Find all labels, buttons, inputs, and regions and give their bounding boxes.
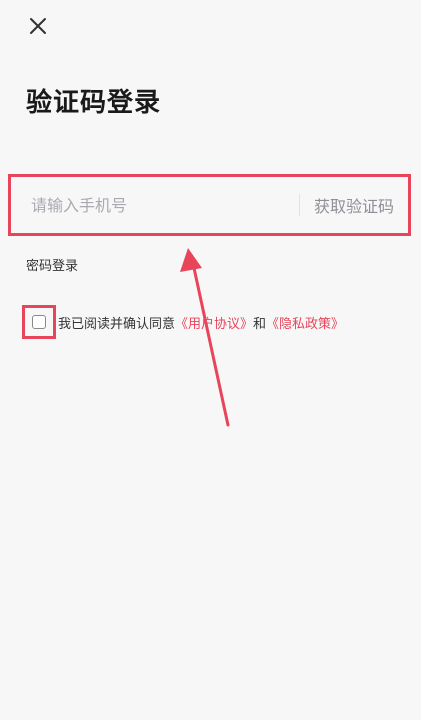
phone-input-row: 获取验证码 — [8, 174, 411, 236]
user-agreement-link[interactable]: 《用户协议》 — [175, 313, 253, 332]
agreement-checkbox[interactable] — [22, 305, 56, 339]
agreement-conjunction: 和 — [253, 316, 267, 332]
page-title: 验证码登录 — [26, 88, 162, 118]
checkbox-icon — [32, 315, 46, 329]
agreement-prefix-text: 我已阅读并确认同意 — [58, 316, 176, 332]
close-icon — [30, 18, 46, 34]
get-code-button[interactable]: 获取验证码 — [300, 193, 408, 217]
phone-input[interactable] — [11, 177, 299, 233]
agreement-row: 我已阅读并确认同意 《用户协议》 和 《隐私政策》 — [22, 305, 344, 339]
close-button[interactable] — [24, 12, 52, 40]
password-login-link[interactable]: 密码登录 — [26, 255, 78, 274]
privacy-policy-link[interactable]: 《隐私政策》 — [266, 313, 344, 332]
